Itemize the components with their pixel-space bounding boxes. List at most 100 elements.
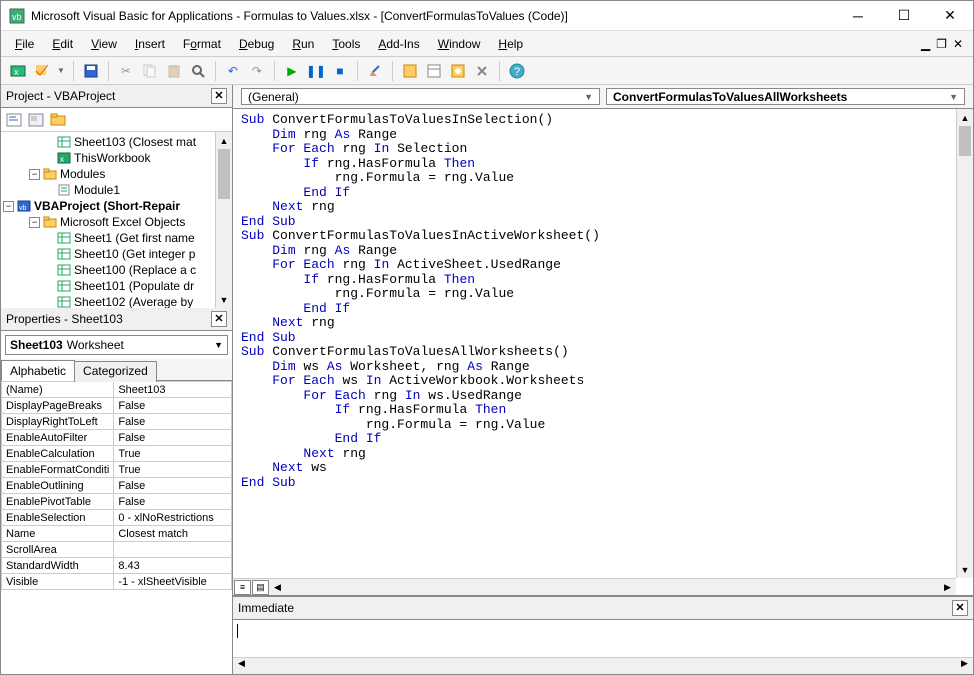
property-row[interactable]: EnableCalculationTrue bbox=[2, 446, 232, 462]
menu-file[interactable]: File bbox=[7, 34, 42, 54]
project-tree-scrollbar[interactable]: ▲ ▼ bbox=[215, 132, 232, 308]
project-tree[interactable]: Sheet103 (Closest matxThisWorkbook−Modul… bbox=[1, 132, 232, 308]
tree-toggle-icon[interactable]: − bbox=[29, 217, 40, 228]
properties-panel-close-button[interactable]: ✕ bbox=[211, 311, 227, 327]
immediate-input[interactable] bbox=[233, 620, 973, 657]
mdi-restore-icon[interactable]: ❐ bbox=[936, 37, 947, 51]
property-row[interactable]: DisplayRightToLeftFalse bbox=[2, 414, 232, 430]
property-row[interactable]: EnableAutoFilterFalse bbox=[2, 430, 232, 446]
tree-item[interactable]: −Modules bbox=[1, 166, 232, 182]
menu-view[interactable]: View bbox=[83, 34, 125, 54]
find-icon[interactable] bbox=[189, 62, 207, 80]
cut-icon[interactable]: ✂ bbox=[117, 62, 135, 80]
toggle-folders-icon[interactable] bbox=[49, 111, 67, 129]
property-value[interactable]: False bbox=[114, 494, 232, 510]
scroll-right-icon[interactable]: ▶ bbox=[939, 582, 956, 593]
tree-item[interactable]: Sheet10 (Get integer p bbox=[1, 246, 232, 262]
property-row[interactable]: ScrollArea bbox=[2, 542, 232, 558]
property-value[interactable]: False bbox=[114, 478, 232, 494]
property-row[interactable]: StandardWidth8.43 bbox=[2, 558, 232, 574]
code-editor[interactable]: Sub ConvertFormulasToValuesInSelection()… bbox=[233, 109, 973, 596]
break-icon[interactable]: ❚❚ bbox=[307, 62, 325, 80]
tree-item[interactable]: xThisWorkbook bbox=[1, 150, 232, 166]
property-value[interactable]: 0 - xlNoRestrictions bbox=[114, 510, 232, 526]
maximize-button[interactable]: ☐ bbox=[881, 1, 927, 31]
view-object-icon[interactable] bbox=[27, 111, 45, 129]
scroll-down-icon[interactable]: ▼ bbox=[957, 561, 973, 578]
tree-item[interactable]: Sheet102 (Average by bbox=[1, 294, 232, 308]
menu-help[interactable]: Help bbox=[490, 34, 531, 54]
property-value[interactable]: True bbox=[114, 462, 232, 478]
tree-toggle-icon[interactable]: − bbox=[3, 201, 14, 212]
property-row[interactable]: EnableOutliningFalse bbox=[2, 478, 232, 494]
properties-window-icon[interactable] bbox=[425, 62, 443, 80]
tree-item[interactable]: Sheet1 (Get first name bbox=[1, 230, 232, 246]
property-row[interactable]: Visible-1 - xlSheetVisible bbox=[2, 574, 232, 590]
property-row[interactable]: NameClosest match bbox=[2, 526, 232, 542]
property-value[interactable]: Sheet103 bbox=[114, 382, 232, 398]
immediate-hscrollbar[interactable]: ◀ ▶ bbox=[233, 657, 973, 674]
tree-item[interactable]: Module1 bbox=[1, 182, 232, 198]
property-row[interactable]: EnablePivotTableFalse bbox=[2, 494, 232, 510]
toolbox-icon[interactable] bbox=[473, 62, 491, 80]
scroll-thumb[interactable] bbox=[218, 149, 230, 199]
paste-icon[interactable] bbox=[165, 62, 183, 80]
scroll-left-icon[interactable]: ◀ bbox=[269, 582, 286, 593]
tree-item[interactable]: −vbVBAProject (Short-Repair bbox=[1, 198, 232, 214]
design-mode-icon[interactable] bbox=[366, 62, 384, 80]
property-value[interactable]: Closest match bbox=[114, 526, 232, 542]
property-value[interactable]: 8.43 bbox=[114, 558, 232, 574]
dropdown-caret-icon[interactable]: ▼ bbox=[57, 66, 65, 75]
property-value[interactable]: -1 - xlSheetVisible bbox=[114, 574, 232, 590]
tree-item[interactable]: −Microsoft Excel Objects bbox=[1, 214, 232, 230]
tree-item[interactable]: Sheet101 (Populate dr bbox=[1, 278, 232, 294]
menu-run[interactable]: Run bbox=[284, 34, 322, 54]
scroll-down-icon[interactable]: ▼ bbox=[216, 291, 232, 308]
view-excel-icon[interactable]: x bbox=[9, 62, 27, 80]
properties-object-selector[interactable]: Sheet103 Worksheet ▼ bbox=[5, 335, 228, 355]
menu-insert[interactable]: Insert bbox=[127, 34, 173, 54]
property-value[interactable]: True bbox=[114, 446, 232, 462]
menu-edit[interactable]: Edit bbox=[44, 34, 81, 54]
code-hscrollbar[interactable]: ◀ ▶ bbox=[269, 582, 956, 593]
property-row[interactable]: (Name)Sheet103 bbox=[2, 382, 232, 398]
reset-icon[interactable]: ■ bbox=[331, 62, 349, 80]
scroll-up-icon[interactable]: ▲ bbox=[957, 109, 973, 126]
property-row[interactable]: DisplayPageBreaksFalse bbox=[2, 398, 232, 414]
undo-icon[interactable]: ↶ bbox=[224, 62, 242, 80]
mdi-close-icon[interactable]: ✕ bbox=[953, 37, 963, 51]
scroll-thumb[interactable] bbox=[959, 126, 971, 156]
tree-toggle-icon[interactable]: − bbox=[29, 169, 40, 180]
scroll-right-icon[interactable]: ▶ bbox=[956, 658, 973, 674]
object-combo[interactable]: (General) ▼ bbox=[241, 88, 600, 105]
minimize-button[interactable]: ─ bbox=[835, 1, 881, 31]
tab-alphabetic[interactable]: Alphabetic bbox=[1, 360, 75, 381]
mdi-minimize-icon[interactable]: ▁ bbox=[921, 37, 930, 51]
tab-categorized[interactable]: Categorized bbox=[74, 361, 157, 382]
project-panel-close-button[interactable]: ✕ bbox=[211, 88, 227, 104]
insert-dropdown-icon[interactable] bbox=[33, 62, 51, 80]
redo-icon[interactable]: ↷ bbox=[248, 62, 266, 80]
tree-item[interactable]: Sheet103 (Closest mat bbox=[1, 134, 232, 150]
menu-debug[interactable]: Debug bbox=[231, 34, 282, 54]
menu-format[interactable]: Format bbox=[175, 34, 229, 54]
run-icon[interactable]: ▶ bbox=[283, 62, 301, 80]
property-row[interactable]: EnableFormatConditiTrue bbox=[2, 462, 232, 478]
property-value[interactable]: False bbox=[114, 398, 232, 414]
code-vscrollbar[interactable]: ▲ ▼ bbox=[956, 109, 973, 578]
property-value[interactable]: False bbox=[114, 414, 232, 430]
view-code-icon[interactable] bbox=[5, 111, 23, 129]
menu-tools[interactable]: Tools bbox=[324, 34, 368, 54]
menu-addins[interactable]: Add-Ins bbox=[370, 34, 427, 54]
object-browser-icon[interactable] bbox=[449, 62, 467, 80]
tree-item[interactable]: Sheet100 (Replace a c bbox=[1, 262, 232, 278]
project-explorer-icon[interactable] bbox=[401, 62, 419, 80]
copy-icon[interactable] bbox=[141, 62, 159, 80]
immediate-close-button[interactable]: ✕ bbox=[952, 600, 968, 616]
properties-grid[interactable]: (Name)Sheet103DisplayPageBreaksFalseDisp… bbox=[1, 381, 232, 674]
scroll-up-icon[interactable]: ▲ bbox=[216, 132, 232, 149]
property-value[interactable]: False bbox=[114, 430, 232, 446]
procedure-combo[interactable]: ConvertFormulasToValuesAllWorksheets ▼ bbox=[606, 88, 965, 105]
menu-window[interactable]: Window bbox=[430, 34, 489, 54]
procedure-view-button[interactable]: ≡ bbox=[234, 580, 251, 595]
